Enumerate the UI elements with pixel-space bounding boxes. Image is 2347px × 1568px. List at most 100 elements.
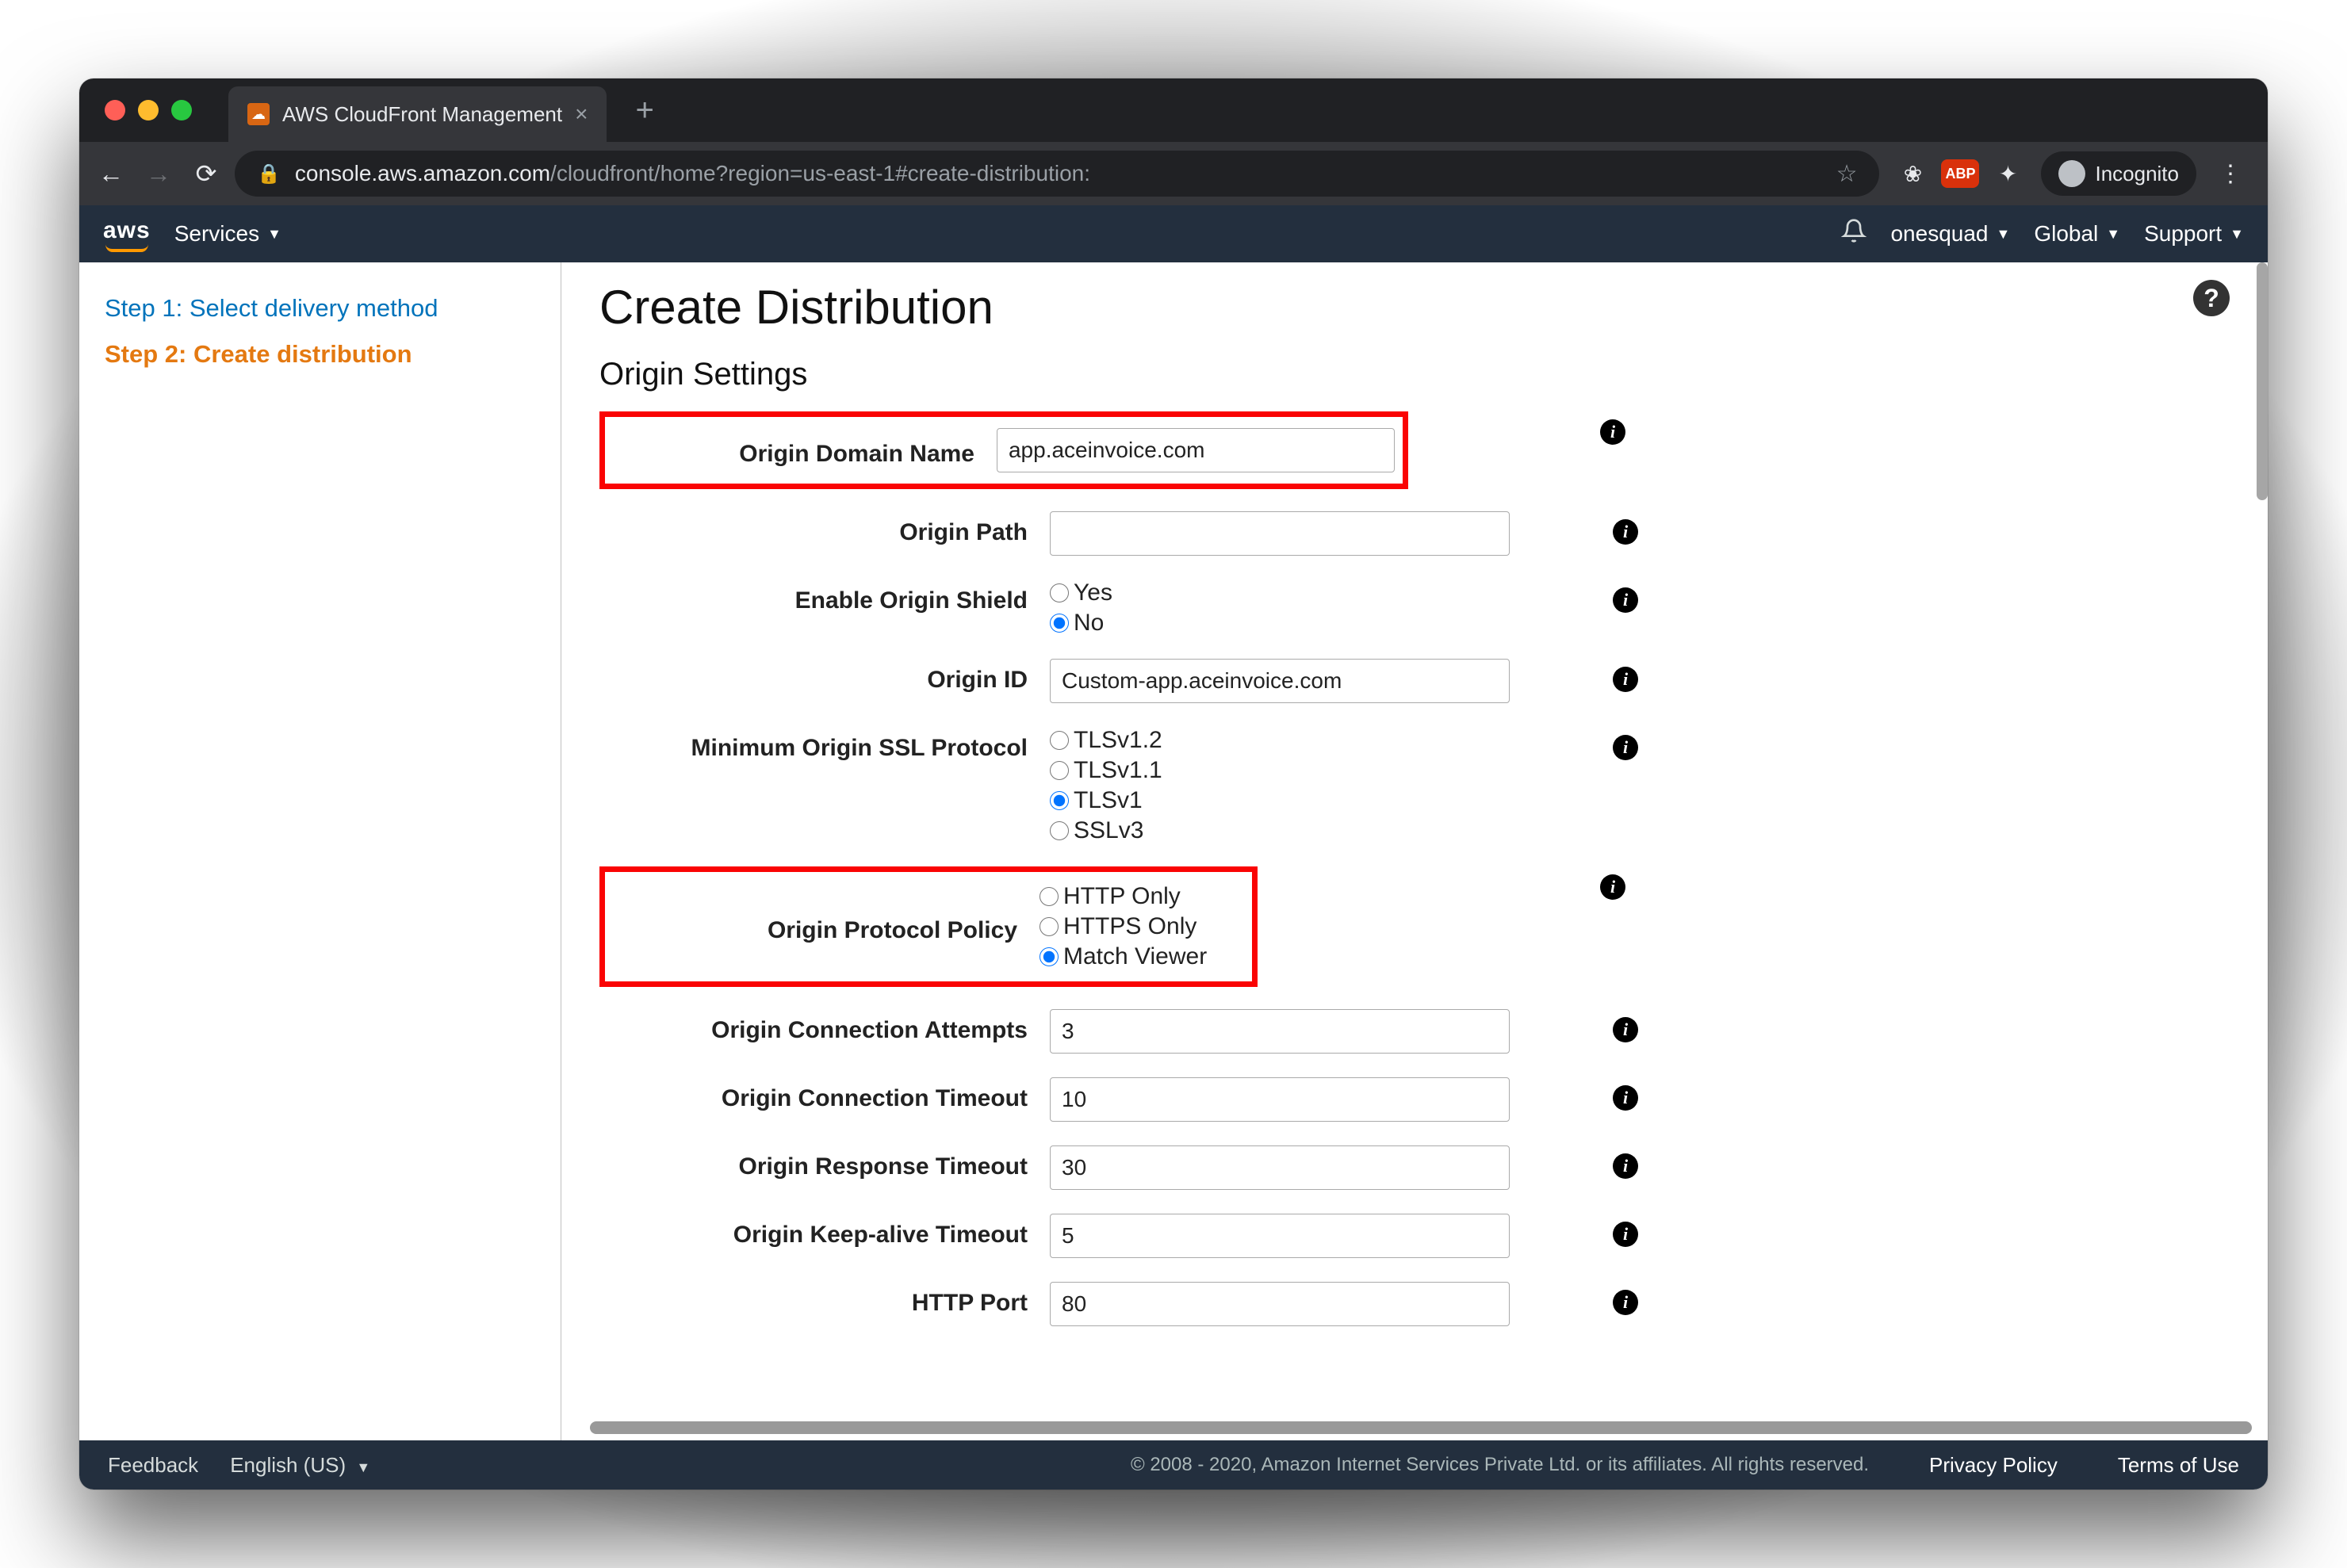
browser-menu-button[interactable]: ⋮ — [2206, 160, 2255, 188]
close-window-button[interactable] — [105, 100, 125, 120]
address-bar[interactable]: 🔒 console.aws.amazon.com/cloudfront/home… — [235, 151, 1879, 197]
tab-favicon-icon: ☁ — [247, 103, 270, 125]
incognito-label: Incognito — [2095, 162, 2179, 186]
enable-origin-shield-label: Enable Origin Shield — [599, 579, 1028, 614]
notifications-bell-icon[interactable] — [1841, 218, 1866, 250]
ssl-tls11[interactable]: TLSv1.1 — [1050, 757, 1510, 784]
url-host: console.aws.amazon.com — [295, 161, 550, 185]
aws-console-footer: Feedback English (US) ▼ © 2008 - 2020, A… — [79, 1440, 2268, 1490]
origin-domain-name-input[interactable] — [997, 428, 1395, 472]
conn-timeout-input[interactable] — [1050, 1077, 1510, 1122]
horizontal-scrollbar[interactable] — [590, 1421, 2252, 1434]
extension-icon[interactable]: ❀ — [1897, 158, 1928, 189]
copyright-text: © 2008 - 2020, Amazon Internet Services … — [1131, 1454, 1869, 1476]
url-text: console.aws.amazon.com/cloudfront/home?r… — [295, 161, 1090, 186]
ssl-sslv3[interactable]: SSLv3 — [1050, 817, 1510, 844]
info-icon[interactable]: i — [1613, 735, 1638, 760]
url-path: /cloudfront/home?region=us-east-1#create… — [550, 161, 1090, 185]
conn-attempts-label: Origin Connection Attempts — [599, 1009, 1028, 1044]
vertical-scrollbar[interactable] — [2257, 262, 2268, 500]
aws-logo[interactable]: aws — [103, 217, 151, 250]
bookmark-star-icon[interactable]: ☆ — [1836, 160, 1858, 188]
aws-console-header: aws Services ▼ onesquad ▼ Global ▼ Suppo… — [79, 205, 2268, 262]
info-icon[interactable]: i — [1613, 519, 1638, 545]
services-menu[interactable]: Services ▼ — [174, 221, 281, 247]
conn-attempts-input[interactable] — [1050, 1009, 1510, 1054]
origin-shield-no[interactable]: No — [1050, 610, 1510, 637]
traffic-lights — [95, 100, 192, 120]
info-icon[interactable]: i — [1613, 1290, 1638, 1315]
highlight-origin-protocol-policy: Origin Protocol Policy HTTP Only HTTPS O… — [599, 866, 1258, 987]
tab-title: AWS CloudFront Management — [282, 102, 562, 127]
ssl-tls12[interactable]: TLSv1.2 — [1050, 727, 1510, 754]
extensions-puzzle-icon[interactable]: ✦ — [1992, 158, 2023, 189]
wizard-step-1[interactable]: Step 1: Select delivery method — [105, 294, 535, 323]
info-icon[interactable]: i — [1613, 1222, 1638, 1247]
region-menu[interactable]: Global ▼ — [2034, 221, 2120, 247]
page-title: Create Distribution — [599, 280, 2236, 335]
abp-extension-icon[interactable]: ABP — [1941, 159, 1979, 188]
wizard-step-2[interactable]: Step 2: Create distribution — [105, 340, 535, 369]
support-label: Support — [2144, 221, 2222, 247]
http-port-input[interactable] — [1050, 1282, 1510, 1326]
forward-button[interactable]: → — [140, 155, 178, 193]
incognito-indicator[interactable]: Incognito — [2041, 151, 2196, 196]
info-icon[interactable]: i — [1613, 1153, 1638, 1179]
caret-down-icon: ▼ — [2230, 226, 2244, 243]
back-button[interactable]: ← — [92, 155, 130, 193]
caret-down-icon: ▼ — [2106, 226, 2120, 243]
info-icon[interactable]: i — [1613, 1085, 1638, 1111]
opp-http-only[interactable]: HTTP Only — [1039, 883, 1230, 910]
tab-close-icon[interactable]: × — [575, 101, 588, 127]
keepalive-timeout-label: Origin Keep-alive Timeout — [599, 1214, 1028, 1249]
keepalive-timeout-input[interactable] — [1050, 1214, 1510, 1258]
minimize-window-button[interactable] — [138, 100, 159, 120]
lock-icon: 🔒 — [257, 163, 281, 185]
account-label: onesquad — [1890, 221, 1988, 247]
support-menu[interactable]: Support ▼ — [2144, 221, 2244, 247]
wizard-sidebar: Step 1: Select delivery method Step 2: C… — [79, 262, 561, 1440]
caret-down-icon: ▼ — [1997, 226, 2011, 243]
aws-console-body: Step 1: Select delivery method Step 2: C… — [79, 262, 2268, 1440]
maximize-window-button[interactable] — [171, 100, 192, 120]
info-icon[interactable]: i — [1613, 667, 1638, 692]
browser-toolbar: ← → ⟳ 🔒 console.aws.amazon.com/cloudfron… — [79, 142, 2268, 205]
browser-tab[interactable]: ☁ AWS CloudFront Management × — [228, 86, 607, 142]
browser-titlebar: ☁ AWS CloudFront Management × + — [79, 78, 2268, 142]
min-ssl-radios: TLSv1.2 TLSv1.1 TLSv1 SSLv3 — [1050, 727, 1510, 844]
incognito-icon — [2058, 160, 2085, 187]
reload-button[interactable]: ⟳ — [187, 155, 225, 193]
origin-protocol-policy-label: Origin Protocol Policy — [613, 909, 1017, 944]
resp-timeout-input[interactable] — [1050, 1145, 1510, 1190]
privacy-policy-link[interactable]: Privacy Policy — [1929, 1453, 2058, 1478]
language-label: English (US) — [230, 1453, 346, 1477]
origin-path-input[interactable] — [1050, 511, 1510, 556]
info-icon[interactable]: i — [1613, 587, 1638, 613]
region-label: Global — [2034, 221, 2098, 247]
info-icon[interactable]: i — [1600, 419, 1625, 445]
browser-window: ☁ AWS CloudFront Management × + ← → ⟳ 🔒 … — [79, 78, 2268, 1490]
info-icon[interactable]: i — [1600, 874, 1625, 900]
ssl-tls1[interactable]: TLSv1 — [1050, 787, 1510, 814]
origin-id-input[interactable] — [1050, 659, 1510, 703]
caret-down-icon: ▼ — [356, 1459, 370, 1475]
http-port-label: HTTP Port — [599, 1282, 1028, 1317]
resp-timeout-label: Origin Response Timeout — [599, 1145, 1028, 1180]
language-selector[interactable]: English (US) ▼ — [230, 1453, 370, 1478]
feedback-link[interactable]: Feedback — [108, 1453, 198, 1478]
info-icon[interactable]: i — [1613, 1017, 1638, 1042]
opp-https-only[interactable]: HTTPS Only — [1039, 913, 1230, 940]
enable-origin-shield-radios: Yes No — [1050, 579, 1510, 637]
origin-path-label: Origin Path — [599, 511, 1028, 546]
account-menu[interactable]: onesquad ▼ — [1890, 221, 2010, 247]
origin-shield-yes[interactable]: Yes — [1050, 579, 1510, 606]
help-icon[interactable]: ? — [2193, 280, 2230, 316]
new-tab-button[interactable]: + — [635, 93, 653, 128]
origin-protocol-policy-radios: HTTP Only HTTPS Only Match Viewer — [1039, 883, 1230, 970]
min-ssl-label: Minimum Origin SSL Protocol — [599, 727, 1028, 762]
terms-of-use-link[interactable]: Terms of Use — [2118, 1453, 2239, 1478]
origin-id-label: Origin ID — [599, 659, 1028, 694]
opp-match-viewer[interactable]: Match Viewer — [1039, 943, 1230, 970]
main-content: ? Create Distribution Origin Settings Or… — [561, 262, 2268, 1440]
section-title: Origin Settings — [599, 357, 2236, 392]
